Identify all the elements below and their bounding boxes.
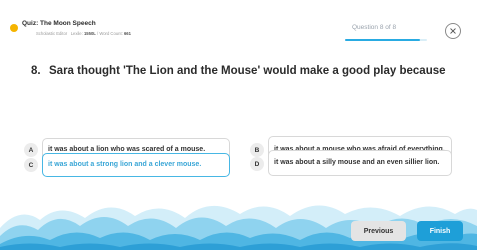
quiz-header: Quiz: The Moon Speech Scholastic Editor … (0, 0, 477, 50)
level-label: Lexile: (70, 31, 83, 36)
level-value: 1550L (83, 31, 96, 36)
quiz-meta: Scholastic Editor Lexile: 1550L / Word C… (36, 31, 131, 36)
word-count-value: 661 (123, 31, 131, 36)
progress-bar (345, 39, 427, 41)
option-letter: D (250, 157, 264, 171)
previous-button[interactable]: Previous (351, 221, 406, 241)
option-text[interactable]: it was about a silly mouse and an even s… (268, 150, 452, 176)
quiz-badge-icon (10, 24, 18, 32)
option-letter: A (24, 143, 38, 157)
option-text-selected[interactable]: it was about a strong lion and a clever … (42, 153, 230, 177)
publisher: Scholastic Editor (36, 31, 68, 36)
finish-button[interactable]: Finish (417, 221, 463, 241)
wave-decoration (0, 205, 477, 250)
close-button[interactable] (445, 23, 461, 39)
option-letter: B (250, 143, 264, 157)
option-letter: C (24, 158, 38, 172)
close-icon (450, 28, 456, 34)
progress-fill (345, 39, 421, 41)
progress-label: Question 8 of 8 (352, 24, 397, 31)
question-number: 8. (31, 65, 41, 77)
quiz-title: Quiz: The Moon Speech (22, 20, 96, 27)
question-text: Sara thought 'The Lion and the Mouse' wo… (49, 65, 446, 77)
word-count-label: / Word Count: (97, 31, 123, 36)
